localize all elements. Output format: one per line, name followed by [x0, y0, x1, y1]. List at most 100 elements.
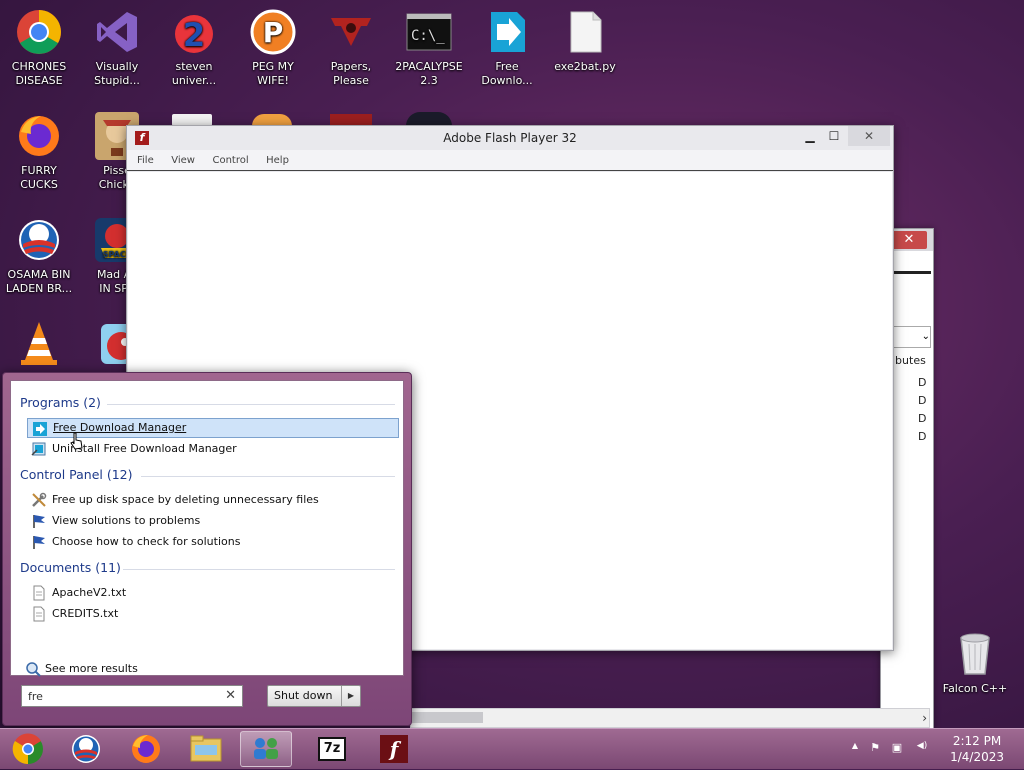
background-window-close-button[interactable]: ✕: [891, 231, 927, 249]
vlc-icon: [15, 320, 63, 368]
action-center-flag-icon[interactable]: ⚑: [868, 741, 882, 755]
desktop-icon-exe2bat[interactable]: exe2bat.py: [548, 8, 622, 74]
start-menu: Programs (2) Free Download Manager Unins…: [2, 372, 412, 726]
file-icon: [561, 8, 609, 56]
desktop-icon-label: 2PACALYPSE 2.3: [395, 60, 463, 87]
flash-icon: f: [135, 131, 149, 145]
flash-icon: f: [380, 735, 408, 763]
show-hidden-icons-icon[interactable]: ▲: [848, 741, 862, 755]
section-heading-programs: Programs (2): [20, 395, 101, 410]
cmd-icon: C:\_: [405, 8, 453, 56]
desktop-icon-osama-bin-laden[interactable]: OSAMA BIN LADEN BR...: [2, 216, 76, 296]
recycle-bin-icon: [951, 630, 999, 678]
taskbar-button-explorer[interactable]: [180, 731, 232, 767]
desktop-icon-label: Falcon C++: [942, 682, 1008, 695]
menu-view[interactable]: View: [171, 155, 195, 166]
attributes-panel: ⌄ ibutes D D D D: [891, 324, 931, 454]
shutdown-options-arrow-icon[interactable]: ▶: [341, 686, 360, 706]
shutdown-button[interactable]: Shut down ▶: [267, 685, 361, 707]
network-icon[interactable]: ▣: [890, 741, 904, 755]
chrome-icon: [15, 8, 63, 56]
desktop-icon-label: OSAMA BIN LADEN BR...: [5, 268, 73, 295]
desktop-icon-label: steven univer...: [171, 60, 217, 87]
7zip-icon: 7z: [318, 737, 346, 761]
obama-logo-icon: [72, 735, 100, 763]
fdm-icon: [483, 8, 531, 56]
desktop-icon-label: CHRONES DISEASE: [11, 60, 67, 87]
start-search-input[interactable]: [28, 688, 216, 704]
desktop-icon-falcon-cpp[interactable]: Falcon C++: [938, 630, 1012, 696]
obama-logo-icon: [15, 216, 63, 264]
start-button[interactable]: [2, 731, 54, 767]
svg-text:P: P: [263, 16, 284, 49]
papers-please-icon: [327, 8, 375, 56]
clock-date: 1/4/2023: [950, 750, 1004, 764]
desktop-icon-vlc[interactable]: [2, 320, 76, 372]
menu-bar: File View Control Help: [127, 150, 893, 171]
search-icon: [25, 661, 41, 684]
see-more-results-link[interactable]: See more results: [25, 659, 138, 679]
taskbar: 7z f ▲ ⚑ ▣ ◀) 2:12 PM 1/4/2023: [0, 728, 1024, 769]
desktop-icon-label: Visually Stupid...: [94, 60, 140, 87]
window-title: Adobe Flash Player 32: [443, 131, 577, 145]
taskbar-button-7zip[interactable]: 7z: [306, 731, 358, 767]
text-file-icon: [31, 585, 47, 601]
section-heading-control-panel: Control Panel (12): [20, 467, 133, 482]
fdm-icon: [32, 421, 48, 437]
taskbar-button-firefox[interactable]: [120, 731, 172, 767]
desktop-icon-steven-universe[interactable]: 2 steven univer...: [157, 8, 231, 88]
attribute-value: D: [918, 430, 927, 443]
scrollbar-thumb[interactable]: [411, 712, 483, 723]
divider: [123, 569, 395, 570]
desktop-icon-furry-cucks[interactable]: FURRY CUCKS: [2, 112, 76, 192]
attribute-value: D: [918, 394, 927, 407]
section-heading-documents: Documents (11): [20, 560, 121, 575]
hidden-desktop-icon: [406, 112, 452, 126]
start-orb-icon: [12, 733, 43, 765]
result-apachev2-txt[interactable]: ApacheV2.txt: [27, 583, 399, 603]
clear-search-icon[interactable]: ✕: [225, 688, 236, 704]
search-results-panel: Programs (2) Free Download Manager Unins…: [10, 380, 404, 679]
taskbar-button-flash[interactable]: f: [368, 731, 420, 767]
desktop-icon-papers-please[interactable]: Papers, Please: [314, 8, 388, 88]
start-search-box[interactable]: ✕: [21, 685, 243, 707]
desktop-icon-peg-my-wife[interactable]: P PEG MY WIFE!: [236, 8, 310, 88]
result-credits-txt[interactable]: CREDITS.txt: [27, 604, 399, 624]
result-label: CREDITS.txt: [52, 607, 119, 620]
volume-icon[interactable]: ◀): [912, 741, 932, 755]
scroll-right-arrow-icon[interactable]: ›: [922, 709, 927, 727]
divider: [141, 476, 395, 477]
result-free-up-disk-space[interactable]: Free up disk space by deleting unnecessa…: [27, 490, 399, 510]
maximize-button[interactable]: ☐: [821, 126, 847, 146]
taskbar-button-obama[interactable]: [60, 731, 112, 767]
desktop-icon-visually-stupid[interactable]: Visually Stupid...: [80, 8, 154, 88]
horizontal-scrollbar[interactable]: ›: [410, 708, 930, 728]
result-label: Free up disk space by deleting unnecessa…: [52, 493, 319, 506]
shutdown-label: Shut down: [274, 689, 333, 702]
attribute-value: D: [918, 412, 927, 425]
minimize-button[interactable]: ▁: [797, 126, 823, 146]
attributes-dropdown[interactable]: ⌄: [891, 326, 931, 348]
desktop-icon-chrones-disease[interactable]: CHRONES DISEASE: [2, 8, 76, 88]
desktop-icon-2pacalypse[interactable]: C:\_ 2PACALYPSE 2.3: [392, 8, 466, 88]
result-view-solutions[interactable]: View solutions to problems: [27, 511, 399, 531]
desktop-icon-free-download[interactable]: Free Downlo...: [470, 8, 544, 88]
svg-text:C:\_: C:\_: [411, 28, 445, 44]
attributes-column-header[interactable]: ibutes: [892, 354, 926, 367]
taskbar-button-network-users[interactable]: [240, 731, 292, 767]
menu-help[interactable]: Help: [266, 155, 289, 166]
visual-studio-icon: [93, 8, 141, 56]
text-file-icon: [31, 606, 47, 622]
system-tray: ▲ ⚑ ▣ ◀) 2:12 PM 1/4/2023: [834, 729, 1024, 769]
menu-control[interactable]: Control: [212, 155, 248, 166]
flag-icon: [31, 513, 47, 529]
clock[interactable]: 2:12 PM 1/4/2023: [950, 733, 1004, 765]
steven-universe-icon: 2: [170, 8, 218, 56]
network-users-icon: [254, 738, 278, 759]
close-button[interactable]: ✕: [848, 126, 890, 146]
result-choose-how-to-check[interactable]: Choose how to check for solutions: [27, 532, 399, 552]
tab-underline: [893, 271, 931, 274]
flash-window-titlebar[interactable]: f Adobe Flash Player 32 ▁ ☐ ✕: [127, 126, 893, 150]
menu-file[interactable]: File: [137, 155, 154, 166]
svg-text:2: 2: [183, 16, 205, 54]
